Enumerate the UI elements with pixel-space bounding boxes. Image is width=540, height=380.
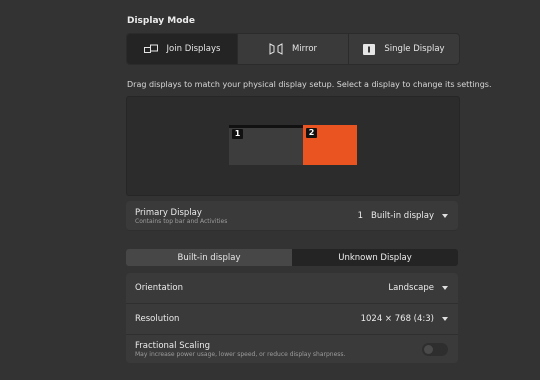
fractional-scaling-row: Fractional Scaling May increase power us… [126,335,458,363]
primary-display-label: Primary Display [135,208,202,218]
display-tabs: Built-in display Unknown Display [126,249,458,266]
display-1-number: 1 [232,129,243,139]
chevron-down-icon [442,214,448,218]
resolution-value: 1024 × 768 (4:3) [360,314,434,324]
mirror-icon [269,43,283,55]
primary-display-sublabel: Contains top bar and Activities [135,218,228,225]
resolution-row: Resolution 1024 × 768 (4:3) [126,304,458,334]
primary-display-row: Primary Display Contains top bar and Act… [126,201,458,231]
chevron-down-icon [442,286,448,290]
mirror-label: Mirror [291,44,318,54]
chevron-down-icon [442,317,448,321]
single-display-icon [363,43,376,55]
primary-display-value: Built-in display [371,211,434,221]
primary-display-dropdown[interactable]: 1 Built-in display [358,211,448,221]
resolution-dropdown[interactable]: 1024 × 768 (4:3) [361,314,448,324]
display-1-preview[interactable]: 1 [229,125,303,165]
fractional-scaling-toggle[interactable] [422,343,448,356]
join-displays-button[interactable]: Join Displays [127,34,238,64]
single-display-button[interactable]: Single Display [349,34,459,64]
tab-built-in-display[interactable]: Built-in display [126,249,292,266]
fractional-scaling-sublabel: May increase power usage, lower speed, o… [135,351,346,358]
toggle-knob [424,345,433,354]
display-mode-title: Display Mode [127,16,195,26]
single-display-label: Single Display [384,44,445,54]
orientation-row: Orientation Landscape [126,273,458,303]
orientation-label: Orientation [135,283,183,293]
display-2-number: 2 [306,128,317,138]
display-2-preview[interactable]: 2 [303,125,357,165]
resolution-label: Resolution [135,314,180,324]
orientation-value: Landscape [388,283,434,293]
display-arrangement-area: 1 2 [126,96,460,196]
fractional-scaling-label: Fractional Scaling [135,341,210,351]
primary-display-number: 1 [357,211,364,221]
join-displays-label: Join Displays [166,44,221,54]
tab-unknown-display[interactable]: Unknown Display [292,249,458,266]
display-settings-panel: Orientation Landscape Resolution 1024 × … [126,273,458,363]
join-displays-icon [143,44,158,54]
orientation-dropdown[interactable]: Landscape [388,283,448,293]
display-mode-selector: Join Displays Mirror Single Display [126,33,460,65]
arrangement-hint: Drag displays to match your physical dis… [127,80,492,89]
mirror-button[interactable]: Mirror [238,34,349,64]
